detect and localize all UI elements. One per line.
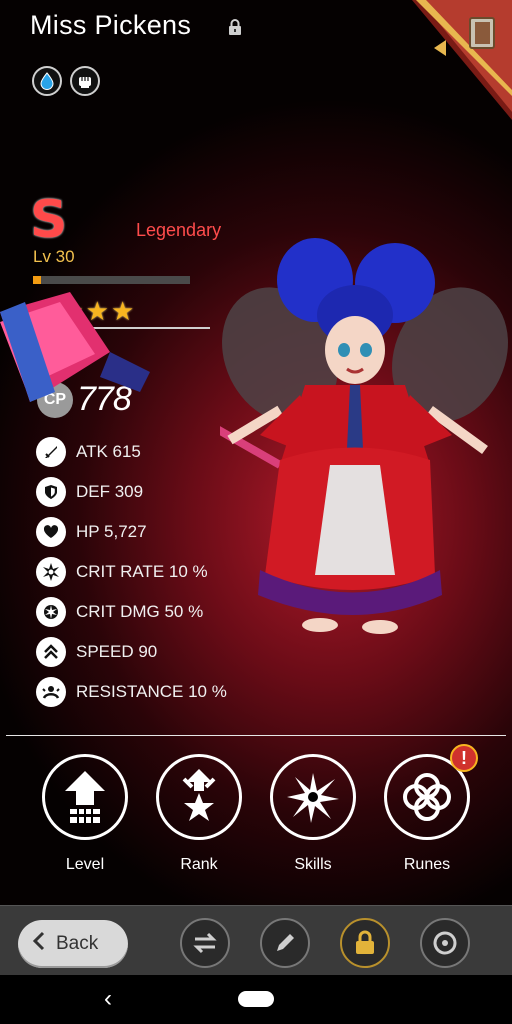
section-divider: [6, 735, 506, 736]
rank-star-icon[interactable]: [156, 754, 242, 840]
sword-icon: [36, 437, 66, 467]
water-drop-icon: [32, 66, 62, 96]
shield-icon: [36, 477, 66, 507]
runes-alert-badge: !: [450, 744, 478, 772]
crit-rate-icon: [36, 557, 66, 587]
codex-book-icon[interactable]: [412, 0, 512, 125]
recycle-icon: [433, 931, 457, 955]
rank-button[interactable]: Rank: [154, 754, 244, 874]
stat-label: RESISTANCE 10 %: [76, 682, 227, 701]
stat-crit-rate: CRIT RATE 10 %: [36, 552, 227, 592]
edit-button[interactable]: [260, 918, 310, 968]
system-nav-bar: ‹: [0, 975, 512, 1024]
stat-label: SPEED 90: [76, 642, 158, 661]
level-label: Lv 30: [33, 247, 75, 266]
action-label: Runes: [403, 856, 451, 873]
fist-icon: [70, 66, 100, 96]
stat-label: DEF 309: [76, 482, 144, 501]
stat-label: HP 5,727: [76, 522, 147, 541]
crit-dmg-icon: [36, 597, 66, 627]
element-icons: [32, 66, 100, 96]
recycle-button[interactable]: [420, 918, 470, 968]
heart-icon: [36, 517, 66, 547]
stat-label: CRIT DMG 50 %: [76, 602, 204, 621]
speed-icon: [36, 637, 66, 667]
lock-icon: [356, 930, 374, 954]
nav-home-pill[interactable]: [238, 991, 274, 1007]
lock-icon[interactable]: [227, 18, 243, 41]
rank-letter: S: [30, 190, 68, 250]
action-label: Skills: [294, 856, 332, 873]
resistance-icon: [36, 677, 66, 707]
stat-hp: HP 5,727: [36, 512, 227, 552]
swap-icon: [193, 932, 217, 954]
hero-name: Miss Pickens: [30, 10, 192, 40]
stat-crit-dmg: CRIT DMG 50 %: [36, 592, 227, 632]
chevron-left-icon: [32, 931, 46, 957]
stat-atk: ATK 615: [36, 432, 227, 472]
level-button[interactable]: Level: [40, 754, 130, 874]
xp-bar-fill: [33, 276, 41, 284]
hero-character-image: [220, 238, 508, 634]
pencil-icon: [277, 934, 294, 951]
level-up-arrow-icon[interactable]: [42, 754, 128, 840]
xp-bar: [33, 276, 190, 284]
runes-button[interactable]: ! Runes: [382, 744, 478, 874]
bottom-toolbar: Back: [0, 905, 512, 976]
nav-back-icon[interactable]: ‹: [104, 985, 112, 1013]
skills-button[interactable]: Skills: [268, 754, 358, 874]
stat-speed: SPEED 90: [36, 632, 227, 672]
skills-burst-icon[interactable]: [270, 754, 356, 840]
stats-list: ATK 615 DEF 309 HP 5,727 CRIT RATE 10 % …: [36, 432, 227, 712]
back-button[interactable]: Back: [18, 920, 128, 968]
stat-label: CRIT RATE 10 %: [76, 562, 208, 581]
swap-button[interactable]: [180, 918, 230, 968]
action-label: Rank: [180, 856, 218, 873]
hero-detail-stage: Miss Pickens S Legendary Lv 30 ★★★★ CP 7…: [0, 0, 512, 905]
stat-label: ATK 615: [76, 442, 141, 461]
lock-button[interactable]: [340, 918, 390, 968]
rarity-label: Legendary: [136, 220, 222, 240]
back-label: Back: [56, 933, 99, 954]
stat-def: DEF 309: [36, 472, 227, 512]
stat-resistance: RESISTANCE 10 %: [36, 672, 227, 712]
broom-head-image: [0, 292, 150, 402]
action-label: Level: [65, 856, 105, 873]
